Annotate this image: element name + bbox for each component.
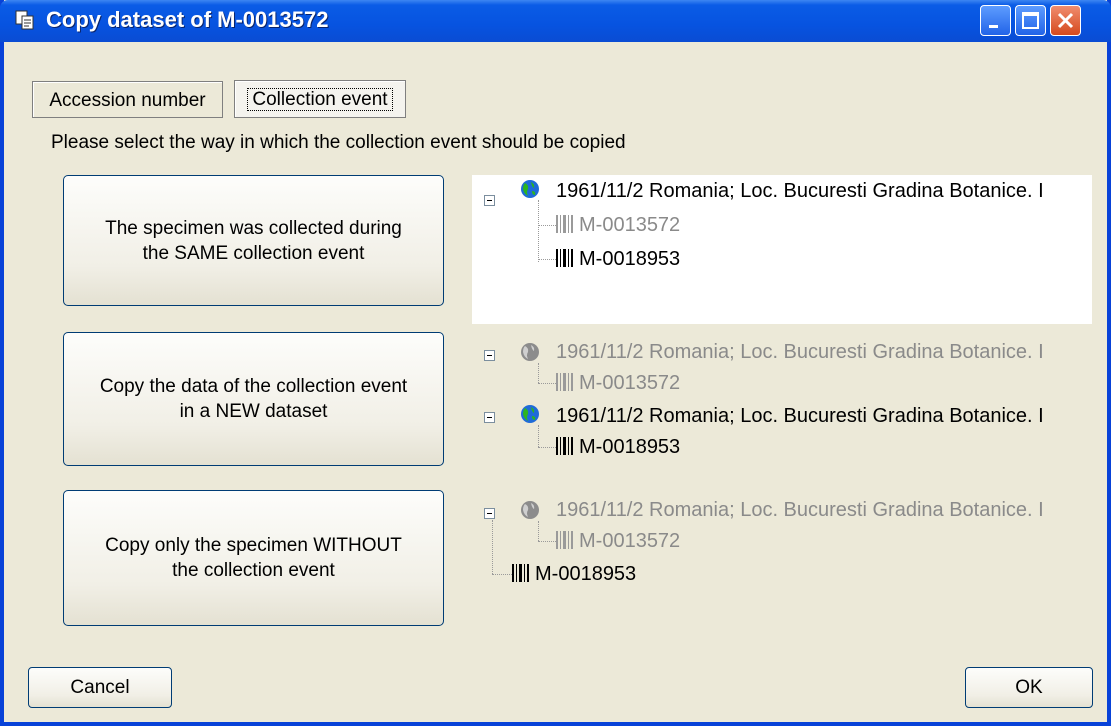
minimize-icon [989,25,998,28]
event-node: 1961/11/2 Romania; Loc. Bucuresti Gradin… [556,341,1044,363]
collapse-toggle[interactable] [484,350,495,361]
event-node: 1961/11/2 Romania; Loc. Bucuresti Gradin… [556,499,1044,521]
specimen-node: M-0013572 [556,527,680,555]
without-event-button[interactable]: Copy only the specimen WITHOUT the colle… [63,490,444,626]
globe-icon [521,405,539,423]
tab-collection-event-label: Collection event [247,88,393,111]
specimen-label: M-0013572 [579,530,681,552]
barcode-icon [556,373,573,391]
globe-icon [521,180,539,198]
specimen-label: M-0013572 [579,372,681,394]
specimen-label: M-0018953 [579,436,681,458]
specimen-node: M-0013572 [556,211,680,239]
close-button[interactable] [1050,5,1081,36]
dialog-window: Copy dataset of M-0013572 Accession numb… [0,0,1111,726]
minimize-button[interactable] [980,5,1011,36]
cancel-button[interactable]: Cancel [28,667,172,708]
title-bar[interactable]: Copy dataset of M-0013572 [0,0,1111,42]
collapse-toggle[interactable] [484,508,495,519]
tab-accession-number[interactable]: Accession number [32,81,223,118]
tab-collection-event[interactable]: Collection event [234,80,406,118]
collapse-toggle[interactable] [484,412,495,423]
barcode-icon [556,215,573,233]
specimen-node: M-0018953 [556,245,680,273]
barcode-icon [556,531,573,549]
specimen-node: M-0018953 [556,433,680,461]
event-node: 1961/11/2 Romania; Loc. Bucuresti Gradin… [556,405,1044,427]
tree-preview-without: 1961/11/2 Romania; Loc. Bucuresti Gradin… [472,496,1092,626]
copy-dataset-icon [15,10,34,30]
close-icon [1057,12,1074,29]
ok-button[interactable]: OK [965,667,1093,708]
tree-preview-same: 1961/11/2 Romania; Loc. Bucuresti Gradin… [472,175,1092,324]
new-dataset-button[interactable]: Copy the data of the collection event in… [63,332,444,466]
instruction-text: Please select the way in which the colle… [51,132,626,153]
barcode-icon [556,437,573,455]
window-title: Copy dataset of M-0013572 [46,7,329,32]
maximize-button[interactable] [1015,5,1046,36]
tree-preview-new: 1961/11/2 Romania; Loc. Bucuresti Gradin… [472,338,1092,464]
specimen-label: M-0018953 [579,248,681,270]
specimen-label: M-0018953 [535,563,637,585]
globe-icon [521,343,539,361]
collapse-toggle[interactable] [484,195,495,206]
event-node: 1961/11/2 Romania; Loc. Bucuresti Gradin… [556,180,1044,202]
specimen-node: M-0018953 [512,560,636,588]
same-event-button[interactable]: The specimen was collected during the SA… [63,175,444,306]
globe-icon [521,501,539,519]
specimen-node: M-0013572 [556,369,680,397]
barcode-icon [512,564,529,582]
specimen-label: M-0013572 [579,214,681,236]
barcode-icon [556,249,573,267]
maximize-icon [1022,12,1039,29]
